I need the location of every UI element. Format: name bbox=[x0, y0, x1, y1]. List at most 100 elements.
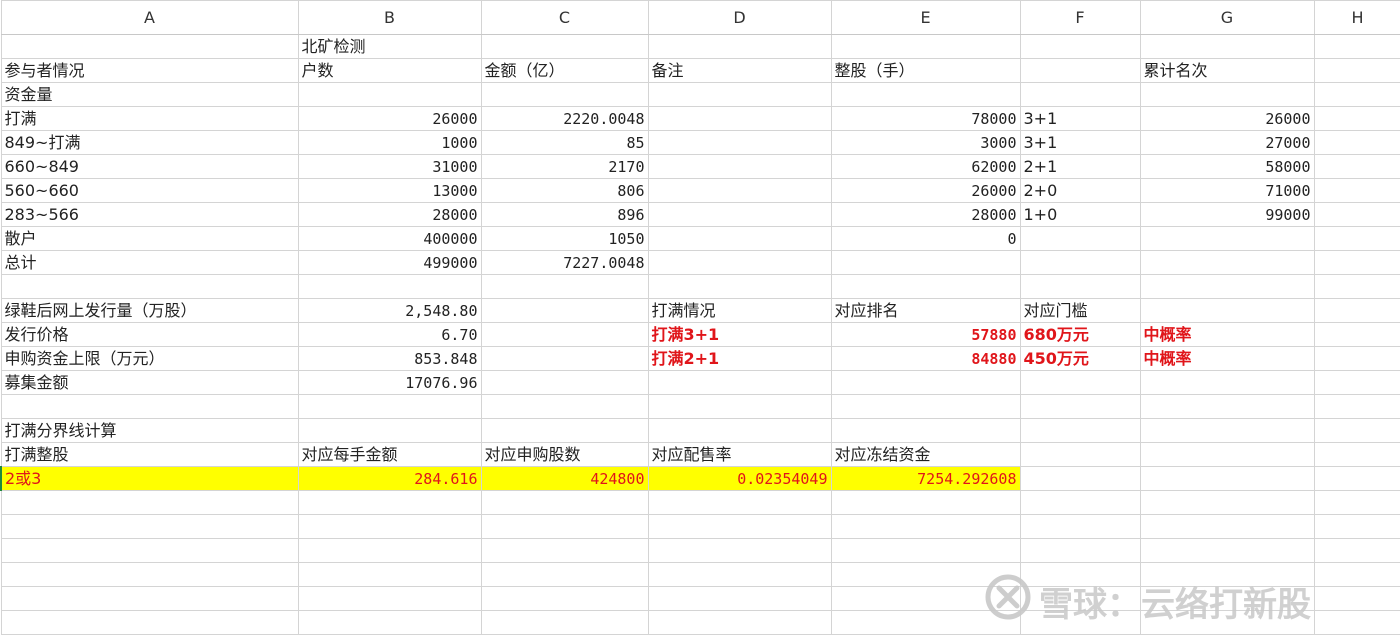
cell[interactable] bbox=[1139, 538, 1315, 563]
cell[interactable]: 57880 bbox=[830, 322, 1021, 347]
cell[interactable] bbox=[1313, 586, 1400, 611]
cell[interactable]: 对应每手金额 bbox=[297, 442, 482, 467]
cell[interactable] bbox=[647, 178, 832, 203]
cell[interactable] bbox=[1313, 466, 1400, 491]
cell[interactable]: 对应门槛 bbox=[1019, 298, 1141, 323]
cell[interactable] bbox=[1139, 34, 1315, 59]
cell[interactable] bbox=[0, 562, 299, 587]
cell[interactable] bbox=[1313, 610, 1400, 635]
cell[interactable]: 896 bbox=[480, 202, 649, 227]
cell[interactable] bbox=[480, 490, 649, 515]
cell[interactable] bbox=[1313, 490, 1400, 515]
cell[interactable] bbox=[1139, 226, 1315, 251]
cell[interactable] bbox=[647, 514, 832, 539]
cell[interactable] bbox=[297, 562, 482, 587]
cell[interactable] bbox=[1313, 106, 1400, 131]
cell[interactable] bbox=[480, 34, 649, 59]
cell[interactable] bbox=[1139, 274, 1315, 299]
cell[interactable] bbox=[1019, 514, 1141, 539]
cell[interactable] bbox=[297, 394, 482, 419]
cell[interactable] bbox=[1019, 226, 1141, 251]
cell[interactable] bbox=[1019, 466, 1141, 491]
cell[interactable]: 累计名次 bbox=[1139, 58, 1315, 83]
cell[interactable] bbox=[0, 514, 299, 539]
cell[interactable] bbox=[830, 610, 1021, 635]
cell[interactable] bbox=[480, 82, 649, 107]
cell[interactable] bbox=[480, 538, 649, 563]
cell[interactable] bbox=[1313, 58, 1400, 83]
cell[interactable] bbox=[1019, 58, 1141, 83]
cell[interactable]: 1050 bbox=[480, 226, 649, 251]
cell[interactable] bbox=[1313, 322, 1400, 347]
cell[interactable] bbox=[297, 586, 482, 611]
column-header-C[interactable]: C bbox=[480, 0, 649, 35]
cell[interactable] bbox=[480, 322, 649, 347]
cell[interactable] bbox=[1019, 370, 1141, 395]
cell[interactable] bbox=[647, 106, 832, 131]
cell[interactable] bbox=[647, 586, 832, 611]
cell[interactable] bbox=[1139, 250, 1315, 275]
cell[interactable]: 打满 bbox=[0, 106, 299, 131]
cell[interactable] bbox=[830, 250, 1021, 275]
cell[interactable] bbox=[0, 394, 299, 419]
cell[interactable]: 284.616 bbox=[297, 466, 482, 491]
cell[interactable] bbox=[1139, 490, 1315, 515]
cell[interactable] bbox=[0, 490, 299, 515]
cell[interactable]: 备注 bbox=[647, 58, 832, 83]
cell[interactable]: 募集金额 bbox=[0, 370, 299, 395]
cell[interactable]: 680万元 bbox=[1019, 322, 1141, 347]
cell[interactable] bbox=[1019, 82, 1141, 107]
cell[interactable] bbox=[1139, 442, 1315, 467]
cell[interactable] bbox=[830, 82, 1021, 107]
cell[interactable]: 打满分界线计算 bbox=[0, 418, 299, 443]
cell[interactable]: 打满整股 bbox=[0, 442, 299, 467]
cell[interactable]: 资金量 bbox=[0, 82, 299, 107]
cell[interactable]: 99000 bbox=[1139, 202, 1315, 227]
cell[interactable] bbox=[647, 490, 832, 515]
cell[interactable]: 1+0 bbox=[1019, 202, 1141, 227]
cell[interactable] bbox=[1313, 274, 1400, 299]
cell[interactable] bbox=[647, 394, 832, 419]
cell[interactable]: 58000 bbox=[1139, 154, 1315, 179]
cell[interactable] bbox=[1019, 562, 1141, 587]
cell[interactable]: 28000 bbox=[830, 202, 1021, 227]
cell[interactable] bbox=[297, 538, 482, 563]
cell[interactable]: 853.848 bbox=[297, 346, 482, 371]
cell[interactable]: 2+0 bbox=[1019, 178, 1141, 203]
cell[interactable] bbox=[830, 394, 1021, 419]
cell[interactable]: 中概率 bbox=[1139, 322, 1315, 347]
cell[interactable] bbox=[480, 586, 649, 611]
cell[interactable]: 散户 bbox=[0, 226, 299, 251]
cell[interactable]: 806 bbox=[480, 178, 649, 203]
cell[interactable]: 户数 bbox=[297, 58, 482, 83]
cell[interactable] bbox=[480, 274, 649, 299]
cell[interactable]: 26000 bbox=[830, 178, 1021, 203]
cell[interactable]: 62000 bbox=[830, 154, 1021, 179]
cell[interactable] bbox=[297, 82, 482, 107]
cell[interactable]: 2220.0048 bbox=[480, 106, 649, 131]
cell[interactable]: 对应冻结资金 bbox=[830, 442, 1021, 467]
cell[interactable] bbox=[0, 34, 299, 59]
cell[interactable]: 对应排名 bbox=[830, 298, 1021, 323]
cell[interactable] bbox=[1313, 562, 1400, 587]
cell[interactable] bbox=[480, 298, 649, 323]
cell[interactable] bbox=[1139, 562, 1315, 587]
cell[interactable] bbox=[647, 274, 832, 299]
cell[interactable] bbox=[647, 130, 832, 155]
cell[interactable] bbox=[297, 418, 482, 443]
cell[interactable]: 85 bbox=[480, 130, 649, 155]
cell[interactable] bbox=[1313, 130, 1400, 155]
cell[interactable]: 71000 bbox=[1139, 178, 1315, 203]
cell[interactable]: 0 bbox=[830, 226, 1021, 251]
column-header-G[interactable]: G bbox=[1139, 0, 1315, 35]
column-header-B[interactable]: B bbox=[297, 0, 482, 35]
cell[interactable]: 560~660 bbox=[0, 178, 299, 203]
column-header-E[interactable]: E bbox=[830, 0, 1021, 35]
cell[interactable]: 3000 bbox=[830, 130, 1021, 155]
cell[interactable]: 1000 bbox=[297, 130, 482, 155]
cell[interactable]: 84880 bbox=[830, 346, 1021, 371]
cell[interactable] bbox=[1019, 610, 1141, 635]
cell[interactable]: 450万元 bbox=[1019, 346, 1141, 371]
cell[interactable] bbox=[1139, 298, 1315, 323]
cell[interactable]: 总计 bbox=[0, 250, 299, 275]
